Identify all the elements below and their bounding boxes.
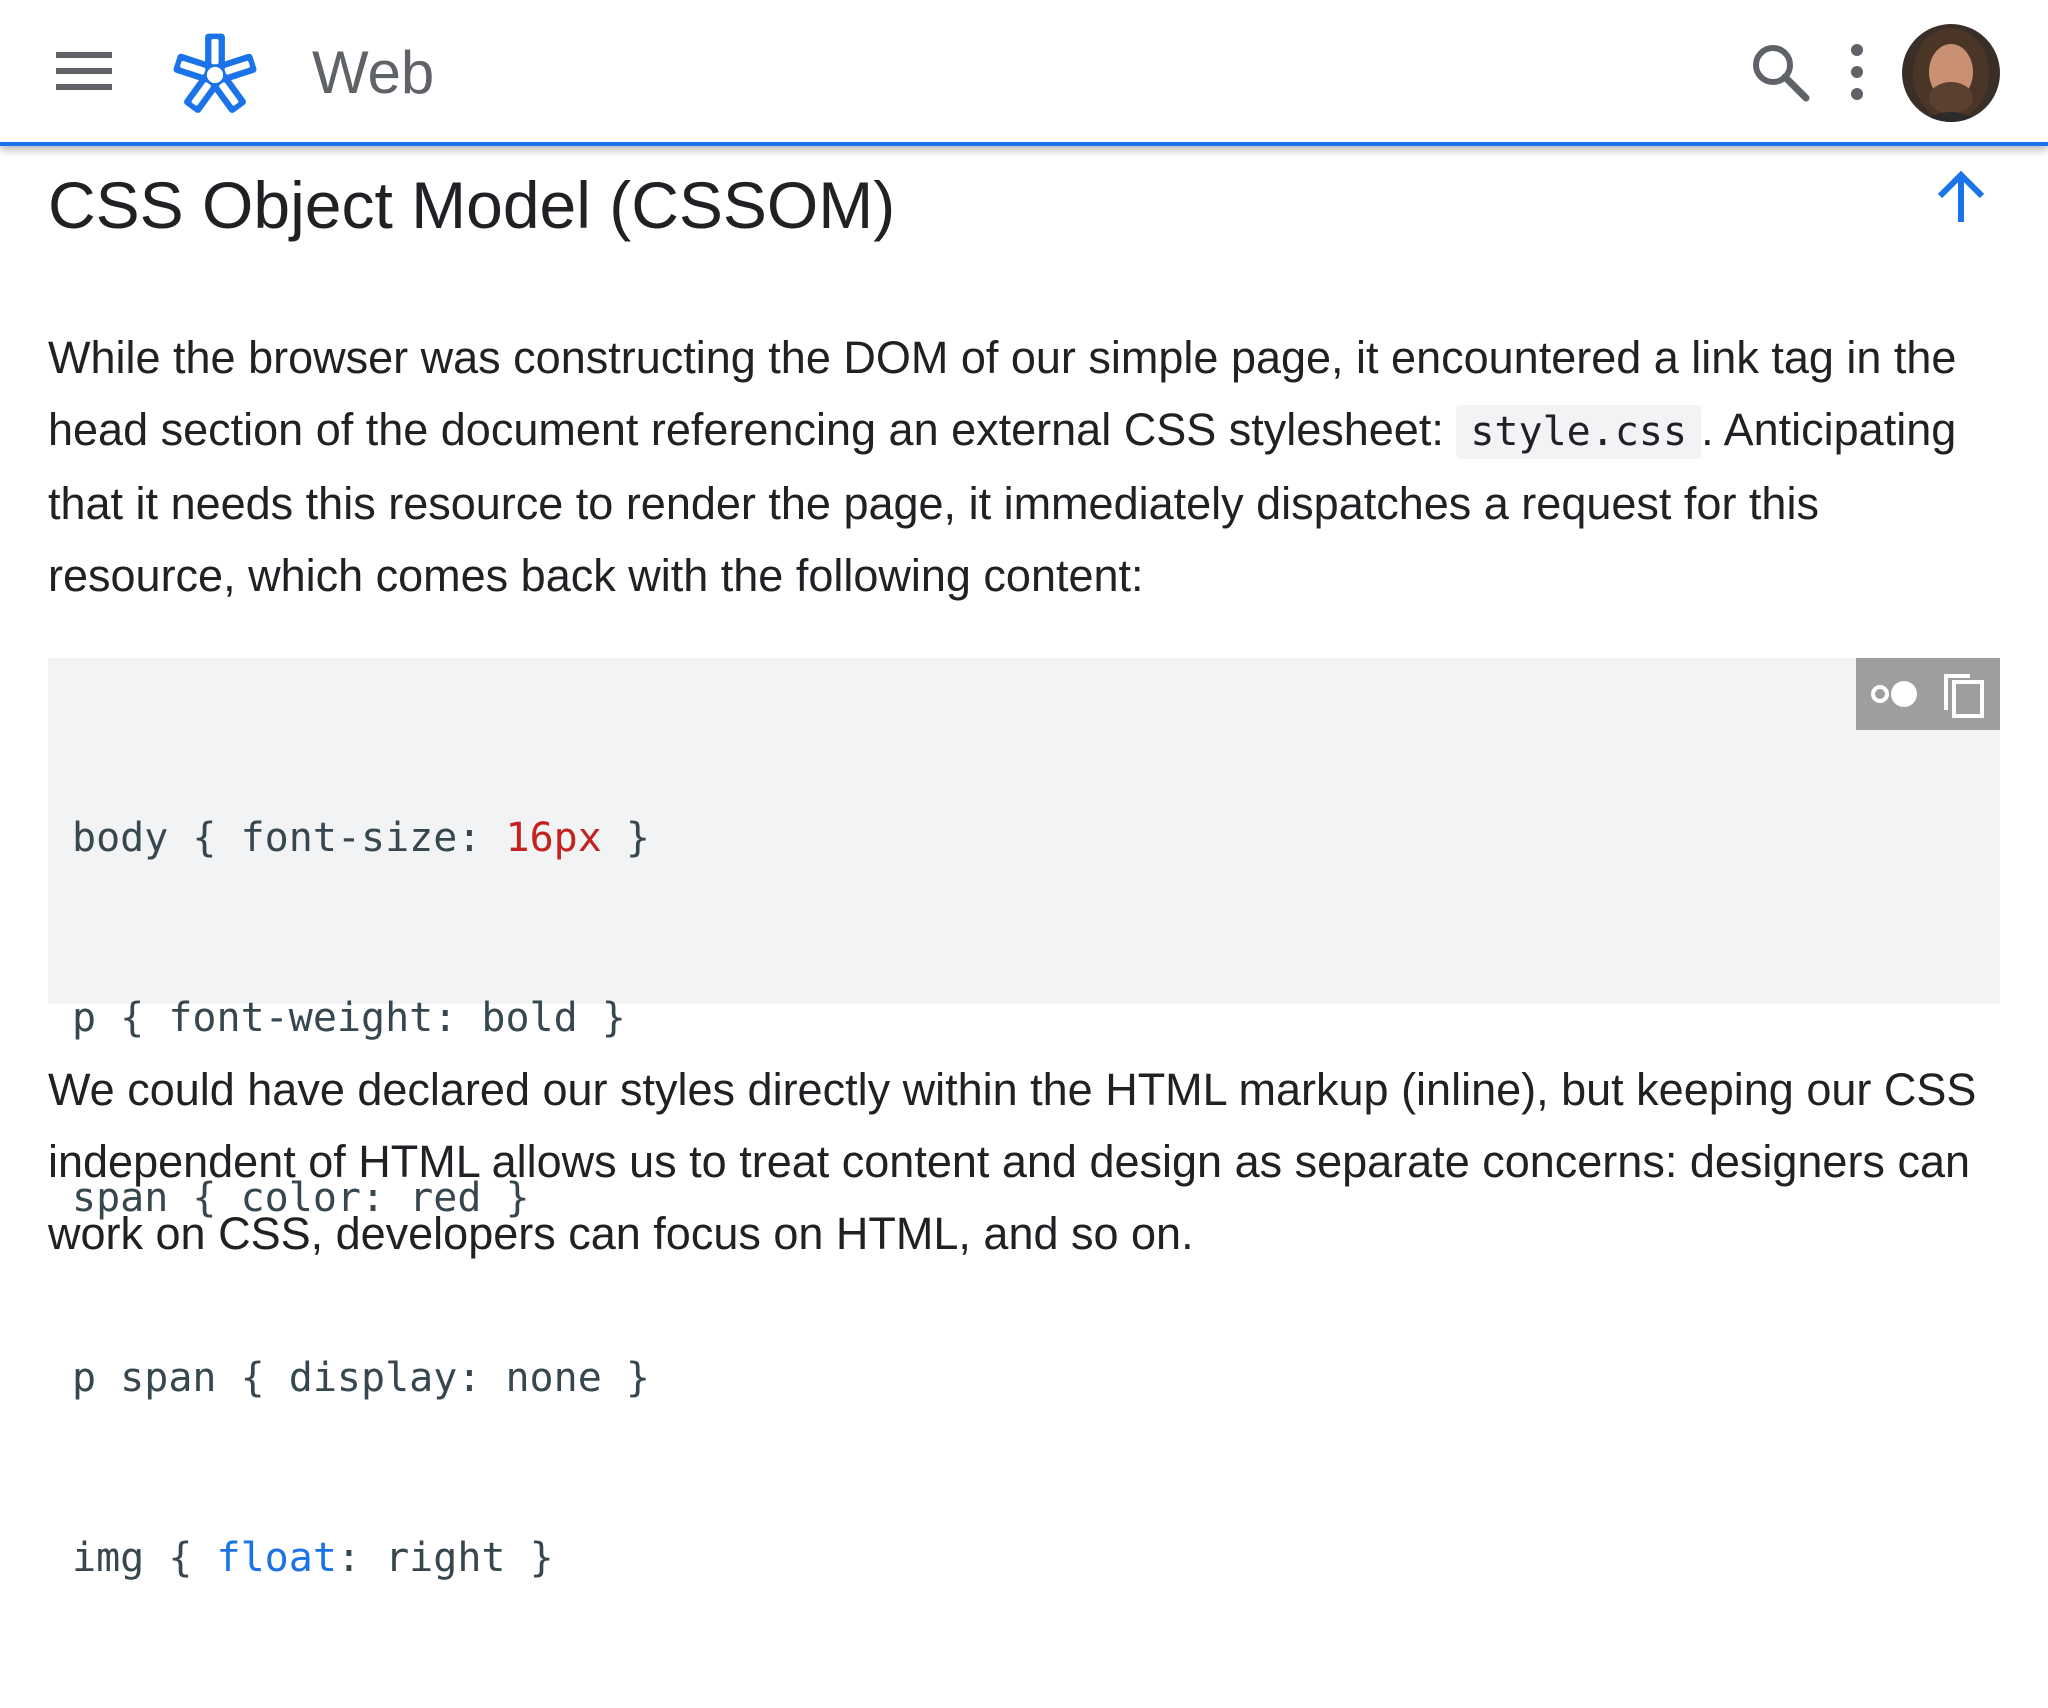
inline-code-filename: style.css xyxy=(1456,405,1702,459)
menu-line xyxy=(56,68,112,74)
code-token: : right } xyxy=(336,1535,554,1581)
hamburger-menu-icon[interactable] xyxy=(52,48,116,96)
code-block: body { font-size: 16px } p { font-weight… xyxy=(48,658,2000,1581)
closing-paragraph: We could have declared our styles direct… xyxy=(48,1064,1977,1259)
code-token: p { font-weight: bold } xyxy=(72,995,626,1041)
search-icon[interactable] xyxy=(1748,40,1812,104)
copy-icon[interactable] xyxy=(1932,666,1992,722)
code-toolbar xyxy=(1856,658,2000,730)
menu-line xyxy=(56,84,112,90)
code-line: p span { display: none } xyxy=(72,1348,650,1408)
top-app-bar: Web xyxy=(0,0,2048,146)
dark-mode-toggle-icon[interactable] xyxy=(1862,666,1926,722)
code-line: img { float: right } xyxy=(72,1528,650,1588)
code-token: p span { display: none } xyxy=(72,1355,650,1401)
menu-line xyxy=(56,52,112,58)
asterisk-logo-icon[interactable] xyxy=(170,30,260,120)
code-token: img { xyxy=(72,1535,217,1581)
arrow-up-icon[interactable] xyxy=(1930,166,1992,228)
code-number-token: 16px xyxy=(505,815,602,861)
app-title: Web xyxy=(312,39,435,106)
code-token: } xyxy=(601,815,650,861)
user-avatar[interactable] xyxy=(1902,24,2000,122)
code-keyword-token: float xyxy=(216,1535,337,1581)
intro-paragraph: While the browser was constructing the D… xyxy=(48,322,2008,612)
code-token: body { font-size: xyxy=(72,815,506,861)
page-title: CSS Object Model (CSSOM) xyxy=(48,168,896,242)
code-line: body { font-size: 16px } xyxy=(72,808,650,868)
more-vert-icon[interactable] xyxy=(1838,42,1876,102)
code-line: p { font-weight: bold } xyxy=(72,988,650,1048)
